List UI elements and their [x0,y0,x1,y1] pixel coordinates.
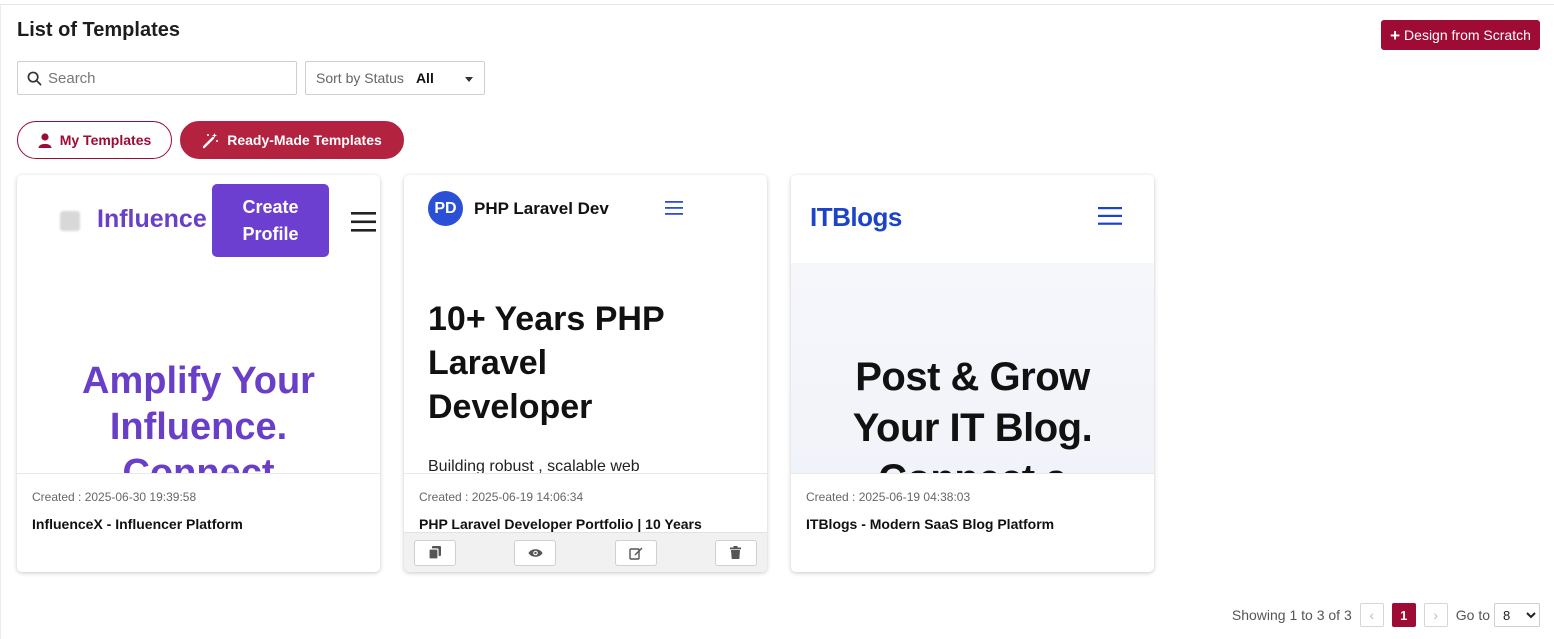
eye-icon [528,548,543,557]
caret-down-icon [465,77,473,82]
trash-icon [730,546,742,559]
template-meta: Created : 2025-06-19 14:06:34 PHP Larave… [419,490,755,532]
design-from-scratch-label: Design from Scratch [1404,27,1531,43]
preview-hero-text: Post & Grow Your IT Blog. Connect a [852,355,1093,473]
template-preview[interactable]: Influence Create Profile Amplify Your In… [17,175,380,474]
goto-page: Go to 8 [1456,603,1540,627]
tab-my-templates[interactable]: My Templates [17,121,172,159]
tab-ready-made-label: Ready-Made Templates [227,132,382,148]
tab-my-templates-label: My Templates [59,132,152,148]
next-page-button[interactable]: › [1423,603,1448,627]
user-icon [38,132,52,148]
pagination: Showing 1 to 3 of 3 ‹ 1 › Go to 8 [1232,602,1540,628]
template-preview[interactable]: ITBlogs Post & Grow Your IT Blog. Connec… [791,175,1154,474]
design-from-scratch-button[interactable]: + Design from Scratch [1381,20,1540,50]
hamburger-menu-icon [665,201,683,215]
template-preview[interactable]: PD PHP Laravel Dev 10+ Years PHP Laravel… [404,175,767,474]
goto-label: Go to [1455,607,1490,623]
preview-hero-text: 10+ Years PHP Laravel Developer [428,300,665,426]
template-meta: Created : 2025-06-19 04:38:03 ITBlogs - … [806,490,1142,532]
edit-icon [628,547,643,560]
template-meta: Created : 2025-06-30 19:39:58 InfluenceX… [32,490,368,532]
template-card[interactable]: ITBlogs Post & Grow Your IT Blog. Connec… [791,175,1154,572]
preview-button[interactable] [514,539,557,566]
created-date: Created : 2025-06-19 04:38:03 [806,490,971,504]
hamburger-menu-icon [351,212,376,232]
template-name: InfluenceX - Influencer Platform [32,516,243,532]
prev-page-button[interactable]: ‹ [1359,603,1384,627]
search-box[interactable] [17,61,297,95]
template-card[interactable]: Influence Create Profile Amplify Your In… [17,175,380,572]
delete-button[interactable] [714,539,757,566]
template-name: PHP Laravel Developer Portfolio | 10 Yea… [419,516,702,532]
goto-page-select[interactable]: 8 [1494,603,1540,627]
template-name: ITBlogs - Modern SaaS Blog Platform [806,516,1055,532]
created-date: Created : 2025-06-19 14:06:34 [419,490,584,504]
preview-brand: ITBlogs [810,202,902,232]
sort-by-status-select[interactable]: Sort by Status All [305,61,485,95]
preview-brand: Influence [97,205,207,233]
chevron-right-icon: › [1433,607,1439,623]
page-button-current[interactable]: 1 [1391,603,1416,627]
search-icon [27,71,42,85]
copy-icon [429,546,441,559]
edit-button[interactable] [614,539,657,566]
sort-value: All [415,70,434,86]
preview-hero-text: Amplify Your Influence. Connect [82,360,315,474]
preview-subtext: Building robust , scalable web [428,458,640,474]
logo-icon [60,211,80,231]
preview-avatar: PD [428,191,463,226]
hamburger-menu-icon [1098,207,1122,225]
search-input[interactable] [48,69,278,87]
tab-ready-made-templates[interactable]: Ready-Made Templates [180,121,404,159]
pagination-summary: Showing 1 to 3 of 3 [1231,607,1352,623]
sort-label: Sort by Status [316,70,404,86]
preview-cta-button: Create Profile [212,184,329,257]
chevron-left-icon: ‹ [1369,607,1375,623]
template-card[interactable]: PD PHP Laravel Dev 10+ Years PHP Laravel… [404,175,767,572]
preview-brand: PHP Laravel Dev [474,199,609,218]
magic-wand-icon [203,132,219,148]
created-date: Created : 2025-06-30 19:39:58 [32,490,197,504]
plus-icon: + [1390,25,1401,45]
page-title: List of Templates [17,19,180,41]
duplicate-button[interactable] [414,539,456,566]
card-actions [404,532,767,572]
